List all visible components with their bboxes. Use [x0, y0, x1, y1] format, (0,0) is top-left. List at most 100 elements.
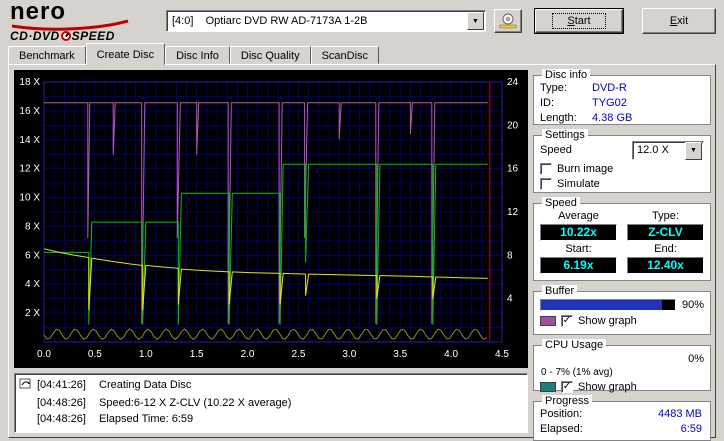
disc-info-panel: Disc info Type: DVD-R ID: TYG02 Length: 4.3… [533, 69, 711, 125]
simulate-checkbox[interactable]: Simulate [540, 178, 704, 190]
exit-button-label: Exit [669, 15, 689, 27]
speed-type-value: Z-CLV [627, 224, 704, 241]
burn-image-checkbox[interactable]: Burn image [540, 163, 704, 175]
svg-text:24: 24 [507, 77, 519, 88]
speed-chart: 18 X 16 X 14 X 12 X 10 X 8 X 6 X 4 X 2 X 24 20 16 12… [19, 77, 519, 360]
log-text: Creating Data Disc [99, 379, 192, 391]
svg-text:2.0: 2.0 [241, 349, 255, 360]
position-value: 4483 MB [657, 408, 702, 420]
svg-text:2 X: 2 X [25, 308, 40, 319]
cpu-usage-panel: CPU Usage 0% 0 - 7% (1% avg) ✓ Show grap… [533, 339, 711, 393]
svg-text:12 X: 12 X [19, 164, 40, 175]
settings-panel: Settings Speed 12.0 X ▼ Burn image Simul… [533, 129, 711, 193]
side-panels: Disc info Type: DVD-R ID: TYG02 Length: 4.3… [533, 69, 711, 441]
tab-bar: Benchmark Create Disc Disc Info Disc Qua… [8, 43, 380, 65]
product-name-right: SPEED [71, 29, 115, 43]
svg-text:6 X: 6 X [25, 250, 40, 261]
simulate-label: Simulate [557, 178, 600, 190]
buffer-bar [540, 299, 676, 311]
start-button-label: Start [552, 13, 606, 29]
speed-select-value: 12.0 X [637, 144, 669, 156]
exit-button[interactable]: Exit [642, 8, 716, 34]
create-disc-page: 18 X 16 X 14 X 12 X 10 X 8 X 6 X 4 X 2 X 24 20 16 12… [8, 64, 716, 441]
log-line: [04:48:26] Elapsed Time: 6:59 [19, 411, 523, 427]
tab-scandisc[interactable]: ScanDisc [310, 46, 380, 64]
svg-text:4.0: 4.0 [444, 349, 458, 360]
nero-cd-dvd-speed-window: nero CD·DVD SPEED [4:0] Optiarc DVD RW AD… [0, 0, 724, 441]
start-button[interactable]: Start [535, 9, 623, 33]
average-speed-value: 10.22x [540, 224, 617, 241]
end-label: End: [654, 243, 677, 255]
speed-select[interactable]: 12.0 X ▼ [632, 141, 704, 160]
log-line: [04:48:26] Speed:6-12 X Z-CLV (10.22 X a… [19, 395, 523, 411]
svg-text:16: 16 [507, 164, 519, 175]
tab-create-disc[interactable]: Create Disc [85, 43, 166, 65]
svg-text:16 X: 16 X [19, 106, 40, 117]
log-text: Speed:6-12 X Z-CLV (10.22 X average) [99, 397, 292, 409]
checkbox-box[interactable] [540, 163, 552, 175]
svg-text:1.0: 1.0 [139, 349, 153, 360]
buffer-show-graph-checkbox[interactable]: ✓ Show graph [540, 315, 704, 327]
cpu-show-graph-checkbox[interactable]: ✓ Show graph [540, 381, 704, 393]
svg-text:14 X: 14 X [19, 135, 40, 146]
chevron-down-icon[interactable]: ▼ [685, 141, 702, 160]
svg-text:4 X: 4 X [25, 279, 40, 290]
disc-id-label: ID: [540, 97, 555, 109]
disc-id-value: TYG02 [592, 97, 627, 109]
svg-text:4: 4 [507, 294, 513, 305]
drive-select[interactable]: [4:0] Optiarc DVD RW AD-7173A 1-2B ▼ [166, 10, 486, 32]
buffer-percent: 90% [681, 299, 704, 311]
progress-title: Progress [542, 395, 593, 407]
elapsed-value: 6:59 [680, 423, 702, 435]
cpu-graph-color-swatch [540, 382, 556, 392]
svg-text:8 X: 8 X [25, 221, 40, 232]
speed-panel-title: Speed [542, 197, 580, 209]
position-label: Position: [540, 408, 583, 420]
svg-text:10 X: 10 X [19, 193, 40, 204]
speed-setting-label: Speed [540, 144, 572, 156]
svg-text:3.5: 3.5 [393, 349, 407, 360]
log-line: [04:41:26] Creating Data Disc [19, 377, 523, 395]
checkbox-box[interactable]: ✓ [561, 381, 573, 393]
log-timestamp: [04:41:26] [37, 379, 86, 391]
disc-type-label: Type: [540, 82, 567, 94]
svg-text:0.5: 0.5 [88, 349, 102, 360]
nero-logo: nero CD·DVD SPEED [10, 0, 160, 43]
tab-benchmark[interactable]: Benchmark [8, 46, 86, 64]
svg-text:18 X: 18 X [19, 77, 40, 88]
burn-image-label: Burn image [557, 163, 614, 175]
start-label: Start: [565, 243, 592, 255]
svg-text:3.0: 3.0 [342, 349, 356, 360]
tab-disc-info[interactable]: Disc Info [165, 46, 230, 64]
checkbox-box[interactable]: ✓ [561, 315, 573, 327]
buffer-panel: Buffer 90% ✓ Show graph [533, 285, 711, 335]
hand-disc-icon [499, 13, 517, 29]
speed-chart-area: 18 X 16 X 14 X 12 X 10 X 8 X 6 X 4 X 2 X 24 20 16 12… [14, 70, 528, 368]
buffer-show-graph-label: Show graph [578, 315, 637, 327]
average-label: Average [558, 210, 599, 222]
start-speed-value: 6.19x [540, 257, 617, 274]
svg-text:0.0: 0.0 [37, 349, 51, 360]
disc-info-title: Disc info [542, 69, 591, 81]
speed-gauge-icon [60, 31, 71, 41]
product-name: CD·DVD SPEED [10, 29, 115, 43]
svg-text:12: 12 [507, 207, 519, 218]
product-name-left: CD·DVD [10, 29, 60, 43]
buffer-graph-color-swatch [540, 316, 556, 326]
load-disc-button[interactable] [494, 9, 522, 33]
speed-panel: Speed Average Type: 10.22x Z-CLV Start: … [533, 197, 711, 281]
start-button-default-ring: Start [534, 8, 624, 34]
svg-text:4.5: 4.5 [495, 349, 509, 360]
checkbox-box[interactable] [540, 178, 552, 190]
drive-select-value: [4:0] Optiarc DVD RW AD-7173A 1-2B [172, 15, 368, 27]
disc-type-value: DVD-R [592, 82, 627, 94]
cpu-usage-title: CPU Usage [542, 339, 607, 351]
svg-text:2.5: 2.5 [291, 349, 305, 360]
svg-text:1.5: 1.5 [190, 349, 204, 360]
chevron-down-icon[interactable]: ▼ [467, 12, 484, 30]
svg-text:20: 20 [507, 120, 519, 131]
log-timestamp: [04:48:26] [37, 413, 86, 425]
log-text: Elapsed Time: 6:59 [99, 413, 194, 425]
end-speed-value: 12.40x [627, 257, 704, 274]
tab-disc-quality[interactable]: Disc Quality [229, 46, 311, 64]
